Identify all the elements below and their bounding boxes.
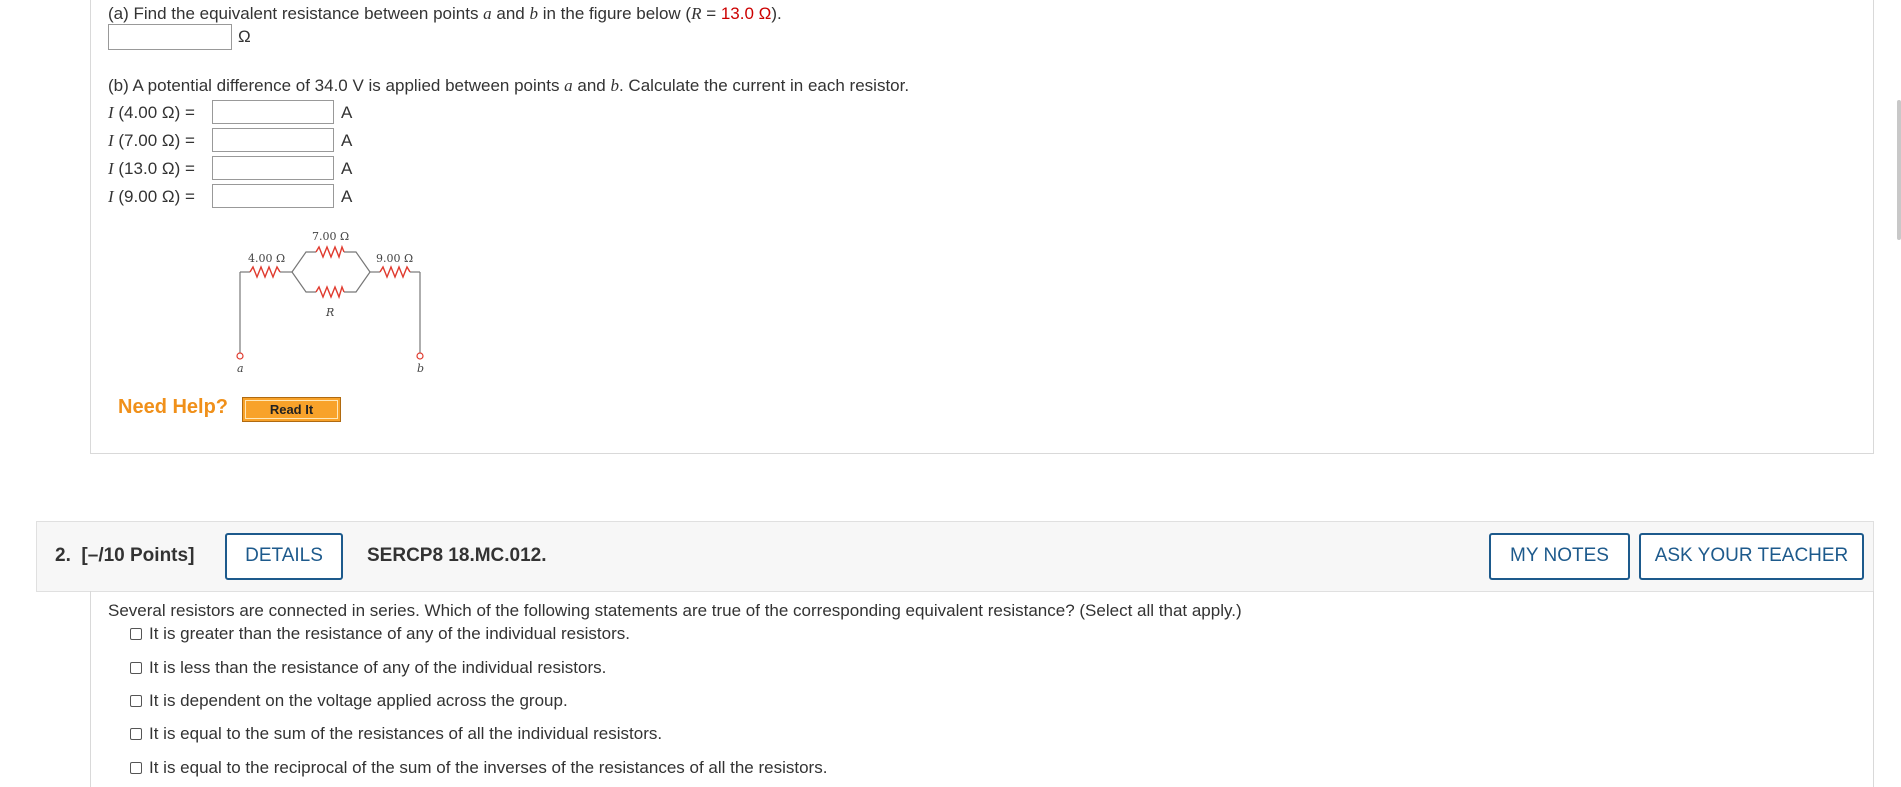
label-point-a: a (237, 362, 244, 375)
part-a-text-after: in the figure below ( (537, 4, 692, 23)
checkbox[interactable] (130, 728, 142, 740)
part-a-text: (a) Find the equivalent resistance betwe… (108, 4, 484, 23)
part-b-text2: . Calculate the current in each resistor… (618, 76, 910, 95)
resistor-R (315, 284, 345, 300)
current-4-input[interactable] (212, 100, 334, 124)
part-a-prompt: (a) Find the equivalent resistance betwe… (108, 4, 782, 24)
label-7ohm: 7.00 Ω (312, 230, 349, 243)
r-symbol: R (691, 4, 702, 23)
option-3-label: It is dependent on the voltage applied a… (149, 691, 568, 710)
part-b-prompt: (b) A potential difference of 34.0 V is … (108, 76, 909, 96)
question-code: SERCP8 18.MC.012. (367, 545, 547, 566)
current-13-unit: A (341, 159, 353, 178)
wire-lower-left (291, 271, 316, 293)
current-9-input[interactable] (212, 184, 334, 208)
question-2-number: 2. [–/10 Points] (55, 545, 194, 567)
ohm-unit-label: Ω (238, 27, 251, 46)
question-number: 2. (55, 545, 71, 566)
terminal-b (416, 352, 424, 360)
option-2-label: It is less than the resistance of any of… (149, 658, 607, 677)
option-4-label: It is equal to the sum of the resistance… (149, 724, 663, 743)
part-b-and: and (572, 76, 611, 95)
read-it-button[interactable]: Read It (242, 397, 341, 422)
current-9-label: I (9.00 Ω) = (108, 187, 195, 207)
part-a-and: and (491, 4, 530, 23)
current-13-label: I (13.0 Ω) = (108, 159, 195, 179)
current-7-input[interactable] (212, 128, 334, 152)
option-5[interactable]: It is equal to the reciprocal of the sum… (130, 758, 827, 778)
resistor-4ohm (249, 265, 281, 279)
current-9-unit: A (341, 187, 353, 206)
current-7-label: I (7.00 Ω) = (108, 131, 195, 151)
circuit-diagram: 4.00 Ω 7.00 Ω 9.00 Ω R a b (236, 230, 424, 375)
details-button[interactable]: DETAILS (225, 533, 343, 580)
wire-lower-right (344, 271, 371, 293)
current-9-text: (9.00 Ω) = (113, 187, 195, 206)
checkbox[interactable] (130, 628, 142, 640)
read-it-label: Read It (245, 400, 338, 419)
point-a-ref: a (483, 4, 492, 23)
scrollbar-thumb[interactable] (1897, 100, 1901, 240)
wire-upper-right (344, 251, 371, 273)
current-7-text: (7.00 Ω) = (113, 131, 195, 150)
checkbox[interactable] (130, 662, 142, 674)
page-scrollbar[interactable] (1896, 0, 1901, 787)
part-b-text: (b) A potential difference of 34.0 V is … (108, 76, 565, 95)
checkbox[interactable] (130, 762, 142, 774)
option-3[interactable]: It is dependent on the voltage applied a… (130, 691, 568, 711)
point-a-ref-b: a (564, 76, 573, 95)
terminal-a (236, 352, 244, 360)
option-1[interactable]: It is greater than the resistance of any… (130, 624, 630, 644)
my-notes-button[interactable]: MY NOTES (1489, 533, 1630, 580)
point-b-ref: b (529, 4, 538, 23)
option-4[interactable]: It is equal to the sum of the resistance… (130, 724, 662, 744)
label-R: R (325, 306, 334, 319)
option-5-label: It is equal to the reciprocal of the sum… (149, 758, 828, 777)
option-1-label: It is greater than the resistance of any… (149, 624, 630, 643)
question-points: [–/10 Points] (81, 545, 195, 566)
label-4ohm: 4.00 Ω (248, 252, 285, 265)
checkbox[interactable] (130, 695, 142, 707)
equals-sign: = (701, 4, 721, 23)
current-4-text: (4.00 Ω) = (113, 103, 195, 122)
current-13-input[interactable] (212, 156, 334, 180)
label-point-b: b (417, 362, 424, 375)
current-7-unit: A (341, 131, 353, 150)
point-b-ref-b: b (610, 76, 619, 95)
ask-your-teacher-button[interactable]: ASK YOUR TEACHER (1639, 533, 1864, 580)
need-help-label: Need Help? (118, 396, 229, 418)
question-2-prompt: Several resistors are connected in serie… (108, 601, 1242, 620)
current-13-text: (13.0 Ω) = (113, 159, 195, 178)
label-9ohm: 9.00 Ω (376, 252, 413, 265)
equivalent-resistance-input[interactable] (108, 24, 232, 50)
current-4-label: I (4.00 Ω) = (108, 103, 195, 123)
resistor-9ohm (379, 265, 411, 279)
part-a-close: ). (771, 4, 782, 23)
resistor-7ohm (315, 244, 345, 260)
r-value: 13.0 Ω (720, 4, 772, 23)
wire-upper-left (291, 251, 316, 273)
option-2[interactable]: It is less than the resistance of any of… (130, 658, 606, 678)
current-4-unit: A (341, 103, 353, 122)
